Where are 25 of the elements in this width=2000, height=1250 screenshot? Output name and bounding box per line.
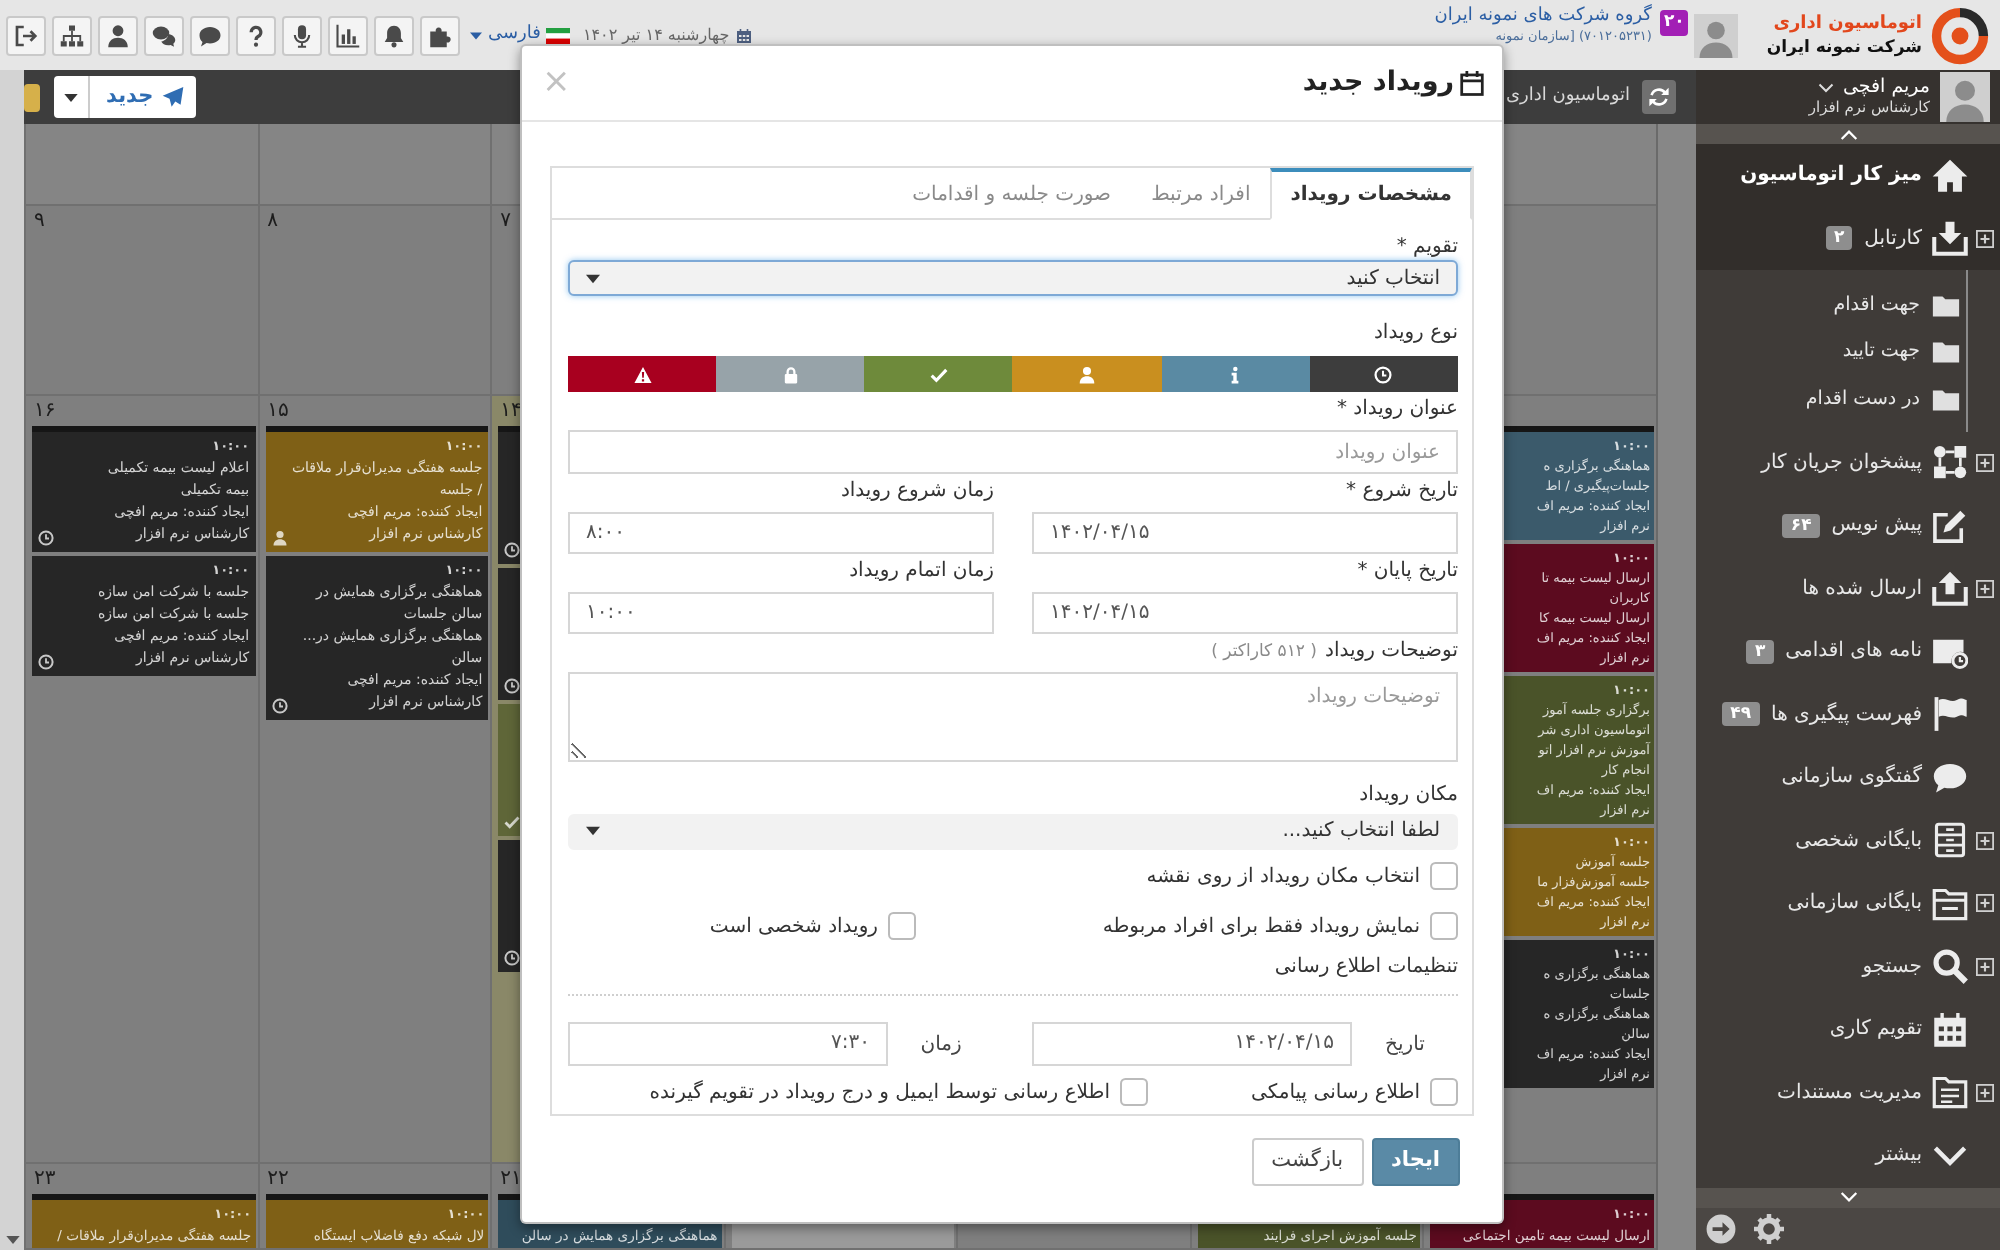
logo-subtitle: شرکت نمونه ایران [1766, 35, 1922, 59]
field-label: زمان شروع رویداد [840, 480, 994, 504]
dialog-title: رویداد جدید [1302, 64, 1454, 103]
field-label: زمان اتمام رویداد [849, 560, 994, 584]
hint-text: ( ۵۱۲ کاراکتر ) [1211, 640, 1318, 666]
count-badge: ۶۴ [1782, 513, 1820, 538]
field-label: تاریخ [1385, 1031, 1425, 1056]
day-number: ۲۲ [267, 1166, 289, 1194]
field-label: نوع رویداد [1373, 322, 1458, 346]
day-number: ۷ [500, 208, 512, 236]
count-badge: ۳ [1746, 639, 1774, 664]
day-number: ۸ [267, 208, 278, 236]
day-number: ۲۱ [500, 1166, 522, 1194]
day-number: ۹ [34, 208, 45, 236]
day-number: ۱۶ [34, 398, 56, 426]
count-badge: ۲ [1825, 226, 1853, 251]
date-text: چهارشنبه ۱۴ تیر ۱۴۰۲ [582, 23, 730, 47]
count-badge: ۴۹ [1722, 702, 1760, 727]
field-label: عنوان رویداد * [1336, 398, 1458, 422]
logo-title: اتوماسیون اداری [1773, 11, 1922, 35]
day-number: ۱۴ [500, 398, 522, 426]
field-label: تقویم * [1396, 236, 1458, 260]
field-label: زمان [920, 1031, 962, 1056]
day-number: ۲۳ [34, 1166, 56, 1194]
day-number: ۱۵ [267, 398, 289, 426]
